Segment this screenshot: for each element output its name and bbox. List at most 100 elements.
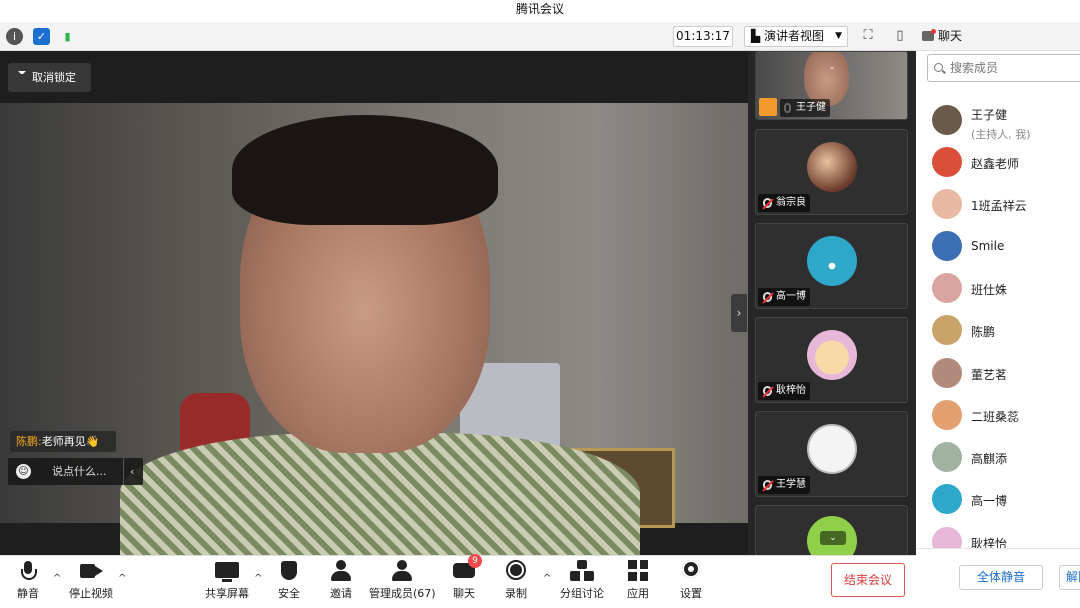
chevron-down-icon[interactable]: ⌄ (820, 531, 846, 545)
mute-label: 静音 (17, 587, 39, 600)
member-item[interactable]: 陈鹏 (932, 315, 1080, 347)
avatar (932, 400, 962, 430)
chevron-up-icon[interactable]: ^ (118, 573, 126, 584)
gear-icon (679, 560, 703, 582)
invite-button[interactable]: 邀请 (328, 560, 354, 606)
unmute-all-button[interactable]: 解除全体静音 (1059, 565, 1080, 590)
record-button[interactable]: 录制 (503, 560, 529, 606)
end-meeting-button[interactable]: 结束会议 (831, 563, 905, 597)
mute-button[interactable]: 静音 (14, 560, 42, 606)
member-item[interactable]: 高麒添 (932, 442, 1080, 474)
chat-panel-title: 聊天 (938, 29, 963, 43)
member-list-panel[interactable]: 搜索成员 王子健 (主持人, 我) 赵鑫老师 1班孟祥云 Smile 班仕姝 陈… (916, 51, 1080, 548)
shield-icon[interactable]: ✓ (33, 28, 50, 45)
video-tile[interactable]: ⌄ (755, 505, 908, 555)
avatar (932, 315, 962, 345)
emoji-icon[interactable]: ☺ (16, 464, 31, 479)
meeting-status-bar: i ✓ ▮ 01:13:17 ▙ 演讲者视图 ▼ ⛶ ▯ (0, 22, 916, 51)
pin-icon (18, 71, 26, 82)
main-video[interactable]: 取消锁定 › 陈鹏:老师再见👋 ☺ 说点什么... ‹ (0, 51, 748, 555)
chevron-up-icon[interactable]: ^ (543, 573, 551, 584)
view-selector[interactable]: ▙ 演讲者视图 ▼ (744, 26, 848, 47)
mute-all-button[interactable]: 全体静音 (959, 565, 1043, 590)
invite-label: 邀请 (330, 587, 352, 600)
participant-avatar (807, 330, 857, 380)
host-video-thumb (804, 52, 849, 106)
chevron-up-icon[interactable]: ^ (254, 573, 262, 584)
mic-muted-icon (763, 386, 772, 396)
fullscreen-icon[interactable]: ⛶ (859, 27, 877, 45)
security-button[interactable]: 安全 (276, 560, 302, 606)
video-tile[interactable]: 耿梓怡 (755, 317, 908, 403)
video-tile[interactable]: 翁宗良 (755, 129, 908, 215)
chevron-up-icon[interactable]: ⌃ (828, 66, 836, 77)
member-item[interactable]: 赵鑫老师 (932, 147, 1080, 179)
settings-button[interactable]: 设置 (678, 560, 704, 606)
share-screen-button[interactable]: 共享屏幕 (204, 560, 250, 606)
signal-icon[interactable]: ▮ (59, 28, 76, 45)
stop-video-button[interactable]: 停止视频 (68, 560, 114, 606)
member-item[interactable]: 二班桑蕊 (932, 400, 1080, 432)
chat-quick-input-placeholder: 说点什么... (52, 465, 107, 478)
search-icon (934, 63, 943, 72)
member-name: 高麒添 (971, 452, 1008, 466)
member-item[interactable]: 耿梓怡 (932, 527, 1080, 548)
collapse-strip-handle[interactable]: › (731, 294, 747, 332)
meeting-timer: 01:13:17 (673, 26, 733, 47)
member-item[interactable]: 董艺茗 (932, 358, 1080, 390)
member-name: 二班桑蕊 (971, 410, 1020, 424)
member-item[interactable]: 班仕姝 (932, 273, 1080, 305)
security-shield-icon (277, 560, 301, 582)
chat-bubble-icon: 9 (452, 554, 482, 582)
member-item[interactable]: 王子健 (主持人, 我) (932, 105, 1080, 141)
member-name: 高一博 (971, 494, 1008, 508)
record-label: 录制 (505, 587, 527, 600)
view-selector-label: 演讲者视图 (764, 29, 825, 43)
camera-icon (79, 560, 103, 582)
host-icon (759, 98, 777, 116)
member-item[interactable]: 1班孟祥云 (932, 189, 1080, 221)
mic-muted-icon (763, 292, 772, 302)
avatar (932, 527, 962, 548)
settings-label: 设置 (680, 587, 702, 600)
participant-avatar (807, 142, 857, 192)
chat-icon (922, 29, 936, 41)
video-tile[interactable]: 王学慧 (755, 411, 908, 497)
member-item[interactable]: Smile (932, 231, 1080, 263)
unlock-pin-button[interactable]: 取消锁定 (8, 63, 91, 92)
video-tile[interactable]: 高一博 (755, 223, 908, 309)
breakout-rooms-icon (570, 560, 594, 582)
member-role: (主持人, 我) (971, 128, 1031, 141)
record-icon (504, 560, 528, 582)
video-tile-host[interactable]: ⌃ 王子健 (755, 51, 908, 120)
security-label: 安全 (278, 587, 300, 600)
avatar (932, 484, 962, 514)
chat-panel-header[interactable]: 聊天 (916, 22, 1080, 51)
breakout-button[interactable]: 分组讨论 (559, 560, 605, 606)
sidebar-toggle-icon[interactable]: ▯ (891, 27, 909, 45)
chat-button[interactable]: 9 聊天 (451, 554, 482, 606)
member-search-input[interactable]: 搜索成员 (927, 54, 1080, 82)
manage-members-label: 管理成员(67) (369, 587, 436, 600)
mic-muted-icon (763, 480, 772, 490)
chevron-left-icon[interactable]: ‹ (123, 458, 134, 485)
apps-button[interactable]: 应用 (625, 560, 651, 606)
chat-bubble-sender: 陈鹏: (16, 435, 42, 448)
chat-label: 聊天 (453, 587, 475, 600)
chat-quick-input[interactable]: ☺ 说点什么... ‹ (8, 458, 143, 485)
microphone-icon (16, 560, 40, 582)
avatar (932, 442, 962, 472)
member-name: 陈鹏 (971, 325, 996, 339)
member-item[interactable]: 高一博 (932, 484, 1080, 516)
member-name: 王子健 (971, 108, 1008, 122)
avatar (932, 358, 962, 388)
window-title: 腾讯会议 (0, 0, 1080, 22)
layout-icon: ▙ (751, 29, 765, 43)
member-name: 班仕姝 (971, 283, 1008, 297)
info-icon[interactable]: i (6, 28, 23, 45)
chevron-up-icon[interactable]: ^ (53, 573, 61, 584)
chevron-right-icon: › (736, 306, 742, 320)
manage-members-button[interactable]: 管理成员(67) (369, 560, 436, 606)
participant-avatar (807, 236, 857, 286)
video-strip[interactable]: ⌃ 王子健 翁宗良 高一博 耿梓怡 王学慧 ⌄ (748, 51, 916, 555)
